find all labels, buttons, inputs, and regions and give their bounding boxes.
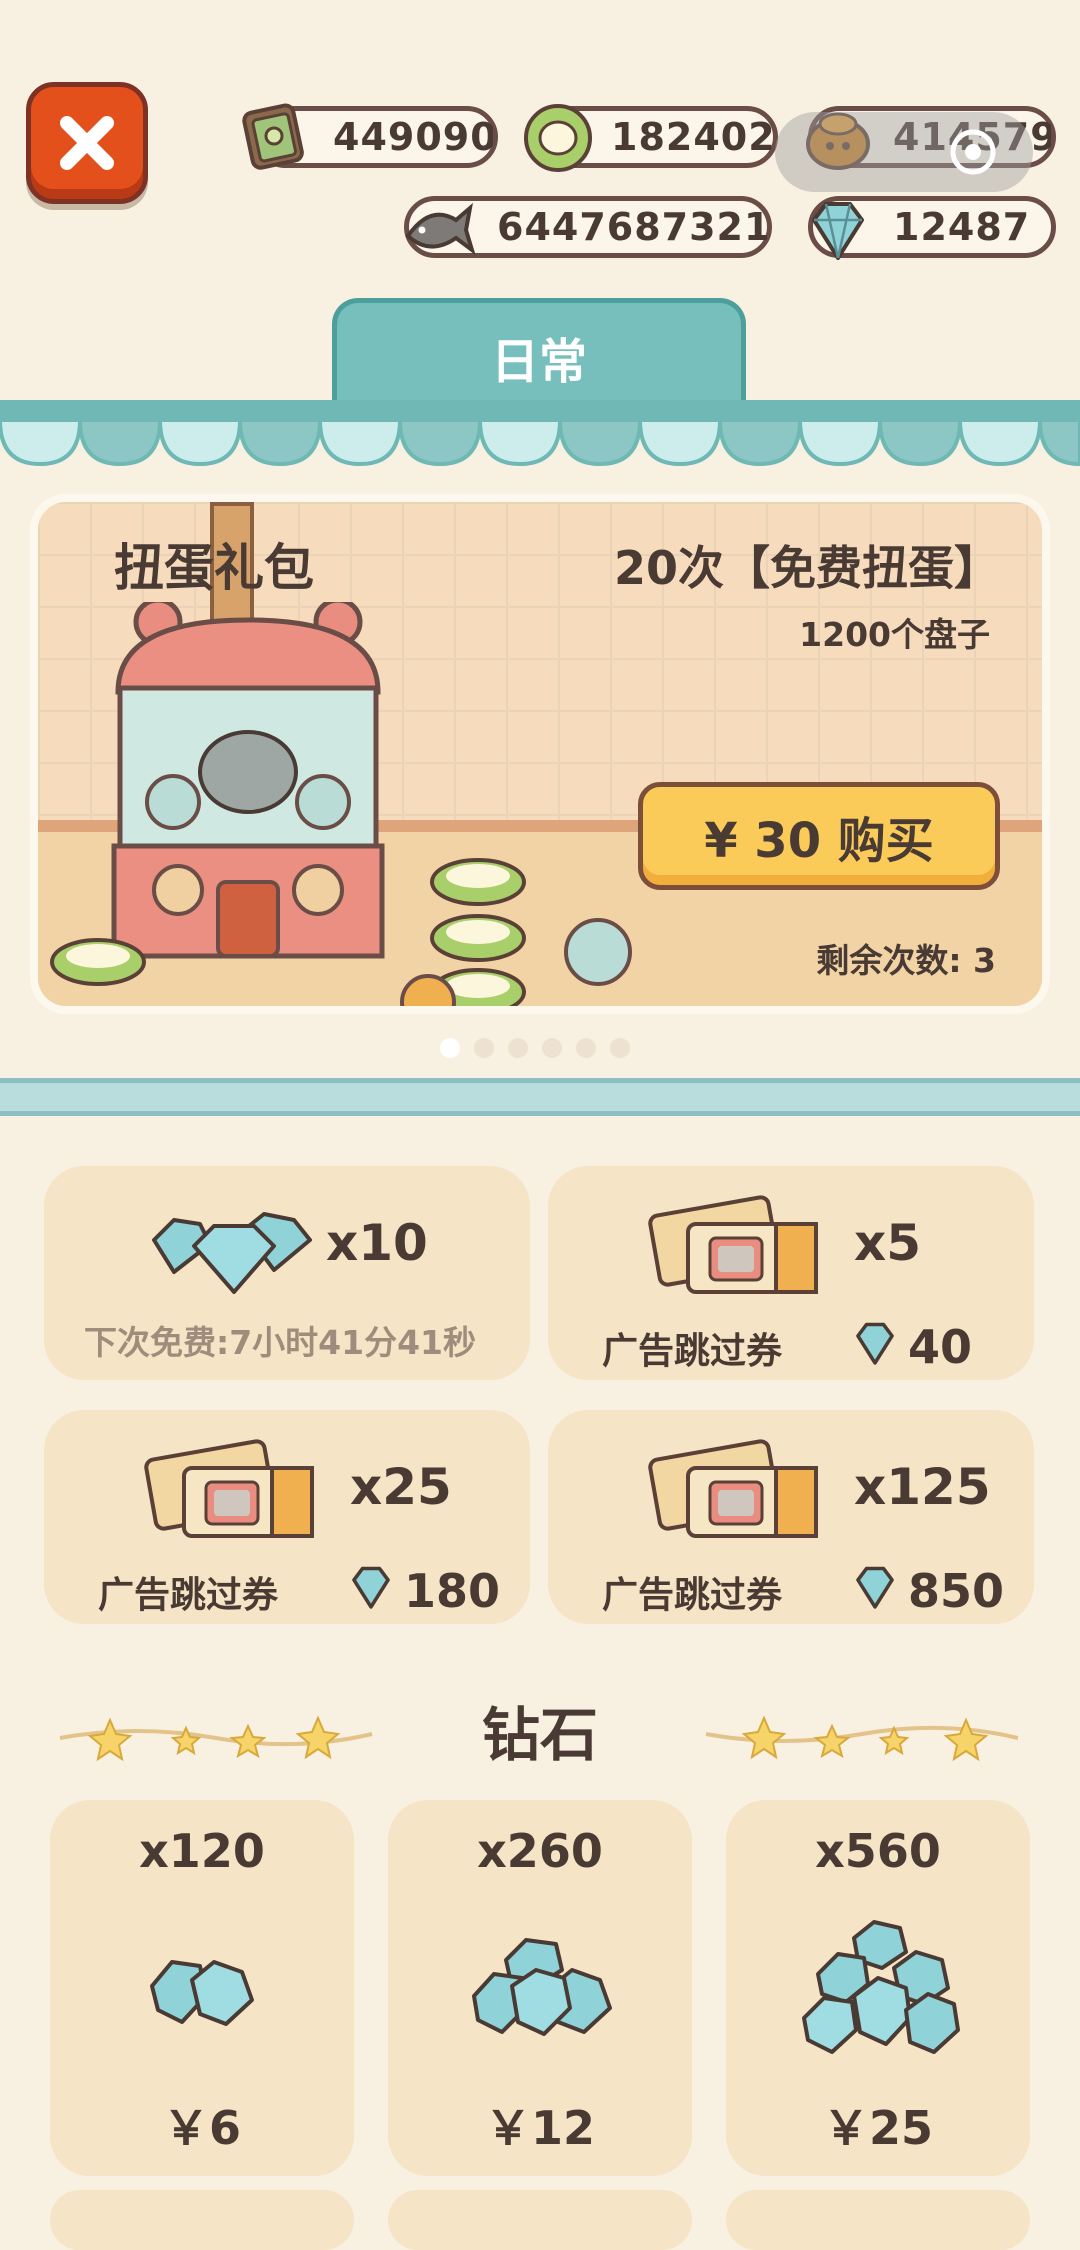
diamond-pack-price: ￥12 xyxy=(484,2101,595,2155)
ticket-qty: x125 xyxy=(854,1458,991,1516)
diamond-pack-120[interactable]: x120 ￥6 xyxy=(50,1800,354,2176)
diamond-pack-qty: x560 xyxy=(815,1824,941,1878)
coin-icon xyxy=(524,104,592,172)
diamond-pack-icon xyxy=(150,1960,254,2026)
free-timer: 下次免费:7小时41分41秒 xyxy=(84,1323,477,1362)
page-dot[interactable] xyxy=(474,1038,494,1058)
banner-bonus: 1200个盘子 xyxy=(799,615,990,654)
buy-button[interactable]: ¥ 30 购买 xyxy=(638,782,1000,890)
ticket-card-125[interactable]: x125 广告跳过券 850 xyxy=(548,1410,1034,1624)
diamond-icon xyxy=(352,1566,390,1609)
fish-icon xyxy=(405,202,476,256)
ticket-card-5[interactable]: x5 广告跳过券 40 xyxy=(548,1166,1034,1380)
next-row-card[interactable] xyxy=(726,2190,1030,2250)
cash-icon xyxy=(242,103,304,170)
ticket-icon xyxy=(648,1195,818,1294)
star-garland-right xyxy=(705,1715,1019,1762)
gacha-banner[interactable]: 扭蛋礼包 20次【免费扭蛋】 1200个盘子 ¥ 30 购买 剩余次数: 3 xyxy=(30,494,1050,1014)
diamond-pack-560[interactable]: x560 ￥25 xyxy=(726,1800,1030,2176)
remaining-count: 剩余次数: 3 xyxy=(816,941,996,980)
diamond-icon xyxy=(812,202,864,260)
next-row-card[interactable] xyxy=(388,2190,692,2250)
diamond-icon xyxy=(856,1566,894,1609)
diamond-pack-icon xyxy=(802,1920,960,2054)
page-dot[interactable] xyxy=(508,1038,528,1058)
ticket-price: 40 xyxy=(908,1320,973,1374)
diamond-pack-icon xyxy=(472,1938,612,2036)
record-overlay[interactable] xyxy=(775,112,1033,192)
ticket-icon xyxy=(144,1439,314,1538)
ticket-qty: x25 xyxy=(350,1458,452,1516)
ground-line xyxy=(0,1078,1080,1116)
banner-pagination[interactable] xyxy=(440,1038,630,1058)
diamond-pack-price: ￥25 xyxy=(822,2101,933,2155)
diamond-pack-price: ￥6 xyxy=(162,2101,241,2155)
next-row-card[interactable] xyxy=(50,2190,354,2250)
tab-daily[interactable]: 日常 xyxy=(332,298,746,410)
ticket-label: 广告跳过券 xyxy=(602,1575,783,1616)
ticket-icon xyxy=(648,1439,818,1538)
page-dot[interactable] xyxy=(440,1038,460,1058)
banner-offer: 20次【免费扭蛋】 xyxy=(613,541,1000,595)
ticket-qty: x5 xyxy=(854,1214,922,1272)
close-icon xyxy=(60,116,114,170)
ticket-label: 广告跳过券 xyxy=(602,1331,783,1372)
ticket-card-25[interactable]: x25 广告跳过券 180 xyxy=(44,1410,530,1624)
ticket-price: 850 xyxy=(908,1564,1005,1618)
free-diamond-qty: x10 xyxy=(326,1214,428,1272)
ticket-label: 广告跳过券 xyxy=(98,1575,279,1616)
diamond-pack-qty: x120 xyxy=(139,1824,265,1878)
page-dot[interactable] xyxy=(542,1038,562,1058)
buy-button-label: ¥ 30 购买 xyxy=(704,813,934,869)
diamond-pack-qty: x260 xyxy=(477,1824,603,1878)
record-icon xyxy=(950,129,996,175)
free-diamond-card[interactable]: x10 下次免费:7小时41分41秒 xyxy=(44,1166,530,1380)
close-button[interactable] xyxy=(26,82,148,204)
diamond-icon xyxy=(856,1322,894,1365)
page-dot[interactable] xyxy=(576,1038,596,1058)
gacha-machine-illustration xyxy=(50,602,632,1006)
banner-title: 扭蛋礼包 xyxy=(114,539,314,597)
page-dot[interactable] xyxy=(610,1038,630,1058)
diamond-pack-260[interactable]: x260 ￥12 xyxy=(388,1800,692,2176)
tab-daily-label: 日常 xyxy=(490,333,587,390)
awning-scallops xyxy=(0,420,1080,467)
ticket-price: 180 xyxy=(404,1564,501,1618)
diamond-pile-icon xyxy=(152,1212,312,1294)
